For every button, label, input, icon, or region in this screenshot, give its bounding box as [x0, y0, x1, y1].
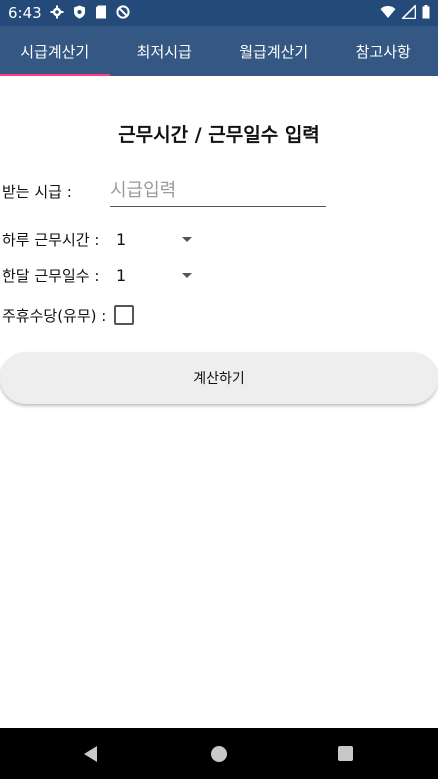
- tab-monthly-salary-calculator[interactable]: 월급계산기: [219, 26, 329, 76]
- tab-label: 참고사항: [355, 42, 411, 61]
- tab-bar: 시급계산기 최저시급 월급계산기 참고사항: [0, 26, 438, 76]
- status-time: 6:43: [8, 4, 42, 22]
- back-icon[interactable]: [84, 746, 97, 762]
- daily-hours-label: 하루 근무시간 :: [2, 231, 100, 249]
- tab-hourly-wage-calculator[interactable]: 시급계산기: [0, 26, 110, 76]
- signal-icon: [402, 5, 416, 19]
- daily-hours-spinner[interactable]: 1: [116, 228, 196, 252]
- monthly-days-label: 한달 근무일수 :: [2, 267, 100, 285]
- shield-icon: [74, 5, 85, 19]
- calculate-button[interactable]: 계산하기: [0, 352, 438, 404]
- form-heading: 근무시간 / 근무일수 입력: [118, 124, 320, 146]
- weekly-allowance-label: 주휴수당(유무) :: [2, 307, 107, 325]
- tab-minimum-wage[interactable]: 최저시급: [110, 26, 220, 76]
- sd-card-icon: [96, 5, 106, 19]
- navigation-bar: [0, 728, 438, 779]
- monthly-days-value: 1: [116, 266, 127, 285]
- wage-label: 받는 시급 :: [2, 183, 72, 201]
- status-right-icons: [380, 5, 430, 19]
- dropdown-arrow-icon: [182, 273, 192, 278]
- status-bar: 6:43: [0, 0, 438, 26]
- monthly-days-spinner[interactable]: 1: [116, 264, 196, 288]
- wage-input[interactable]: [110, 176, 326, 207]
- weekly-allowance-checkbox[interactable]: [114, 305, 134, 325]
- tab-label: 월급계산기: [239, 42, 309, 61]
- daily-hours-value: 1: [116, 230, 127, 249]
- gear-icon: [50, 5, 64, 19]
- status-left-icons: [50, 5, 130, 19]
- recents-icon[interactable]: [338, 746, 353, 761]
- battery-icon: [422, 5, 430, 19]
- calculate-button-label: 계산하기: [193, 371, 245, 387]
- tab-notes[interactable]: 참고사항: [329, 26, 438, 76]
- home-icon[interactable]: [211, 746, 227, 762]
- tab-label: 최저시급: [136, 42, 192, 61]
- dropdown-arrow-icon: [182, 237, 192, 242]
- tab-label: 시급계산기: [20, 42, 90, 61]
- wifi-icon: [380, 6, 396, 18]
- sync-icon: [116, 5, 130, 19]
